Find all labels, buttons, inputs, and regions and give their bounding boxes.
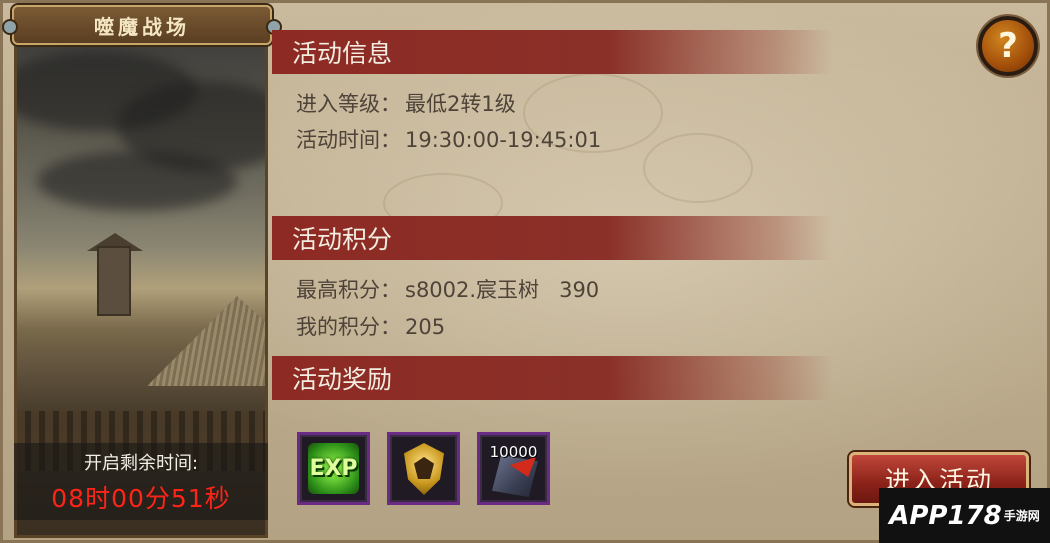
section-title-rewards: 活动奖励: [292, 365, 393, 394]
event-time-line: 活动时间： 19:30:00-19:45:01: [296, 124, 601, 154]
reward-slot-exp[interactable]: EXP: [297, 432, 370, 505]
help-button[interactable]: ?: [978, 16, 1038, 76]
my-score-line: 我的积分： 205: [296, 311, 445, 341]
countdown-value: 08时00分51秒: [51, 483, 231, 513]
scene-title-plate: 噬魔战场: [2, 5, 282, 45]
scene-title: 噬魔战场: [94, 14, 190, 39]
storm-cloud: [37, 151, 237, 211]
section-title-info: 活动信息: [292, 39, 393, 68]
event-time-label: 活动时间：: [296, 128, 401, 152]
section-header-rewards: 活动奖励: [272, 356, 832, 400]
my-score-value: 205: [405, 315, 446, 339]
thatched-roof: [147, 296, 265, 386]
watermark-sub: 手游网: [1003, 509, 1040, 523]
reward-slot-medal[interactable]: [387, 432, 460, 505]
reward-slot-gem[interactable]: 10000: [477, 432, 550, 505]
watermark-brand: APP178: [889, 500, 1002, 531]
event-time-value: 19:30:00-19:45:01: [405, 128, 602, 152]
section-header-info: 活动信息: [272, 30, 832, 74]
cloud-pattern-decoration: [643, 133, 753, 203]
entry-level-label: 进入等级：: [296, 92, 401, 116]
reward-quantity: 10000: [489, 443, 538, 461]
top-score-value: s8002.宸玉树 390: [405, 278, 600, 302]
countdown-label: 开启剩余时间:: [83, 452, 199, 474]
watchtower: [97, 246, 131, 316]
site-watermark: APP178 手游网: [879, 488, 1050, 543]
section-title-score: 活动积分: [292, 225, 393, 254]
entry-level-value: 最低2转1级: [405, 92, 516, 116]
entry-level-line: 进入等级： 最低2转1级: [296, 88, 516, 118]
my-score-label: 我的积分：: [296, 315, 401, 339]
top-score-label: 最高积分：: [296, 278, 401, 302]
exp-icon: EXP: [308, 443, 359, 494]
countdown-box: 开启剩余时间: 08时00分51秒: [14, 443, 268, 520]
top-score-line: 最高积分： s8002.宸玉树 390: [296, 274, 599, 304]
section-header-score: 活动积分: [272, 216, 832, 260]
question-icon: ?: [998, 26, 1018, 66]
